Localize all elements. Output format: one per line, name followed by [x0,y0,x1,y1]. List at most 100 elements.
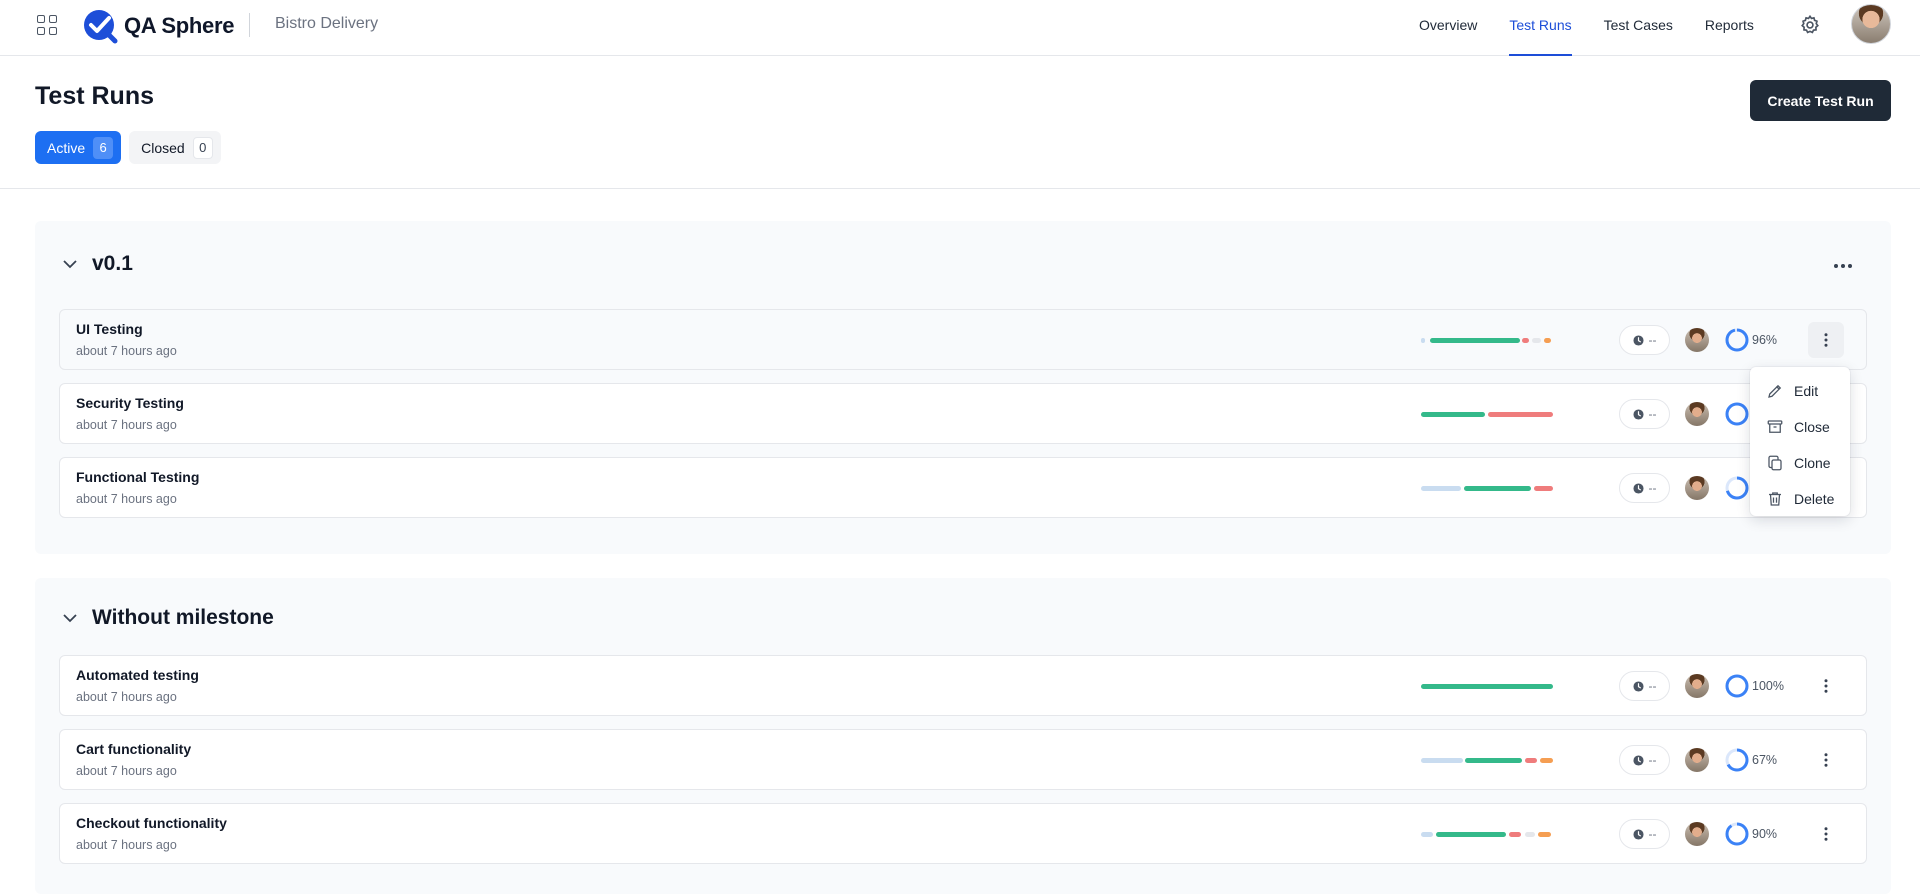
run-time: about 7 hours ago [76,418,177,432]
menu-item-close[interactable]: Close [1750,409,1850,445]
tab-active[interactable]: Active 6 [35,131,122,164]
row-more-icon[interactable] [1808,322,1844,358]
test-run-row[interactable]: Automated testing about 7 hours ago -- 100% [59,655,1867,716]
status-segment [1532,338,1541,343]
status-bar [1421,486,1553,491]
apps-grid-icon[interactable] [37,15,57,35]
create-test-run-button[interactable]: Create Test Run [1750,80,1891,121]
menu-item-clone[interactable]: Clone [1750,445,1850,481]
row-more-icon[interactable] [1808,816,1844,852]
nav-reports[interactable]: Reports [1705,0,1754,56]
clock-icon [1632,408,1644,420]
chevron-down-icon[interactable] [62,256,78,272]
run-name[interactable]: Checkout functionality [76,815,227,831]
run-name[interactable]: Functional Testing [76,469,199,485]
archive-icon [1767,420,1783,433]
tab-active-label: Active [47,139,86,156]
status-bar [1421,412,1553,417]
status-segment [1488,412,1553,417]
assignee-avatar[interactable] [1685,328,1709,352]
progress-percent: 90% [1752,827,1778,841]
assignee-avatar[interactable] [1685,822,1709,846]
tab-closed[interactable]: Closed 0 [129,131,221,164]
clock-icon [1632,828,1644,840]
group-header[interactable]: v0.1 [62,252,133,276]
progress-ring-icon [1725,402,1749,426]
progress-percent: 96% [1752,333,1778,347]
progress-ring-icon [1725,476,1749,500]
assignee-avatar[interactable] [1685,748,1709,772]
user-avatar[interactable] [1851,4,1891,44]
trash-icon [1769,492,1781,506]
menu-item-label: Close [1794,419,1830,435]
status-segment [1525,758,1537,763]
duration-pill: -- [1619,745,1670,775]
status-segment [1421,684,1553,689]
header-divider [249,13,250,37]
tab-active-count: 6 [93,136,114,159]
clock-icon [1632,482,1644,494]
test-run-row[interactable]: Cart functionality about 7 hours ago -- 67% [59,729,1867,790]
run-time: about 7 hours ago [76,492,177,506]
app-name: QA Sphere [124,13,235,38]
status-segment [1465,758,1522,763]
project-name[interactable]: Bistro Delivery [275,15,378,33]
menu-item-delete[interactable]: Delete [1750,481,1850,517]
settings-gear-icon[interactable] [1799,14,1821,36]
status-segment [1534,486,1553,491]
progress-percent: 100% [1752,679,1784,693]
status-bar [1421,832,1553,837]
status-segment [1430,338,1520,343]
nav-overview[interactable]: Overview [1419,0,1477,56]
duration-value: -- [1648,407,1657,421]
row-more-icon[interactable] [1808,742,1844,778]
pencil-icon [1768,384,1782,398]
status-segment [1544,338,1551,343]
status-segment [1436,832,1506,837]
clock-icon [1632,334,1644,346]
menu-item-label: Clone [1794,455,1831,471]
chevron-down-icon[interactable] [62,610,78,626]
status-segment [1421,832,1433,837]
status-segment [1522,338,1529,343]
clock-icon [1632,680,1644,692]
test-run-row[interactable]: Functional Testing about 7 hours ago -- [59,457,1867,518]
duration-value: -- [1648,827,1657,841]
assignee-avatar[interactable] [1685,674,1709,698]
status-bar [1421,684,1553,689]
run-name[interactable]: Security Testing [76,395,184,411]
duration-value: -- [1648,753,1657,767]
qa-sphere-logo-icon [82,8,118,44]
group-more-icon[interactable] [1831,254,1855,278]
app-logo[interactable]: QA Sphere [82,8,234,44]
row-more-icon[interactable] [1808,668,1844,704]
duration-value: -- [1648,481,1657,495]
nav-test-runs[interactable]: Test Runs [1509,0,1572,56]
group-title: v0.1 [92,252,133,275]
group-header[interactable]: Without milestone [62,606,274,630]
progress-ring-icon [1725,674,1749,698]
run-name[interactable]: Cart functionality [76,741,191,757]
group-title: Without milestone [92,606,274,629]
run-name[interactable]: UI Testing [76,321,143,337]
assignee-avatar[interactable] [1685,476,1709,500]
progress-percent: 67% [1752,753,1778,767]
status-segment [1538,832,1551,837]
test-run-row[interactable]: UI Testing about 7 hours ago -- 96% [59,309,1867,370]
status-segment [1421,758,1463,763]
status-segment [1464,486,1531,491]
menu-item-edit[interactable]: Edit [1750,373,1850,409]
duration-value: -- [1648,679,1657,693]
status-tabs: Active 6 Closed 0 [35,131,221,164]
menu-item-label: Delete [1794,491,1835,507]
test-run-row[interactable]: Checkout functionality about 7 hours ago -… [59,803,1867,864]
header-separator [0,188,1920,189]
nav-test-cases[interactable]: Test Cases [1604,0,1673,56]
assignee-avatar[interactable] [1685,402,1709,426]
test-run-row[interactable]: Security Testing about 7 hours ago -- [59,383,1867,444]
run-time: about 7 hours ago [76,690,177,704]
status-segment [1540,758,1553,763]
status-segment [1525,832,1535,837]
run-name[interactable]: Automated testing [76,667,199,683]
status-segment [1509,832,1521,837]
